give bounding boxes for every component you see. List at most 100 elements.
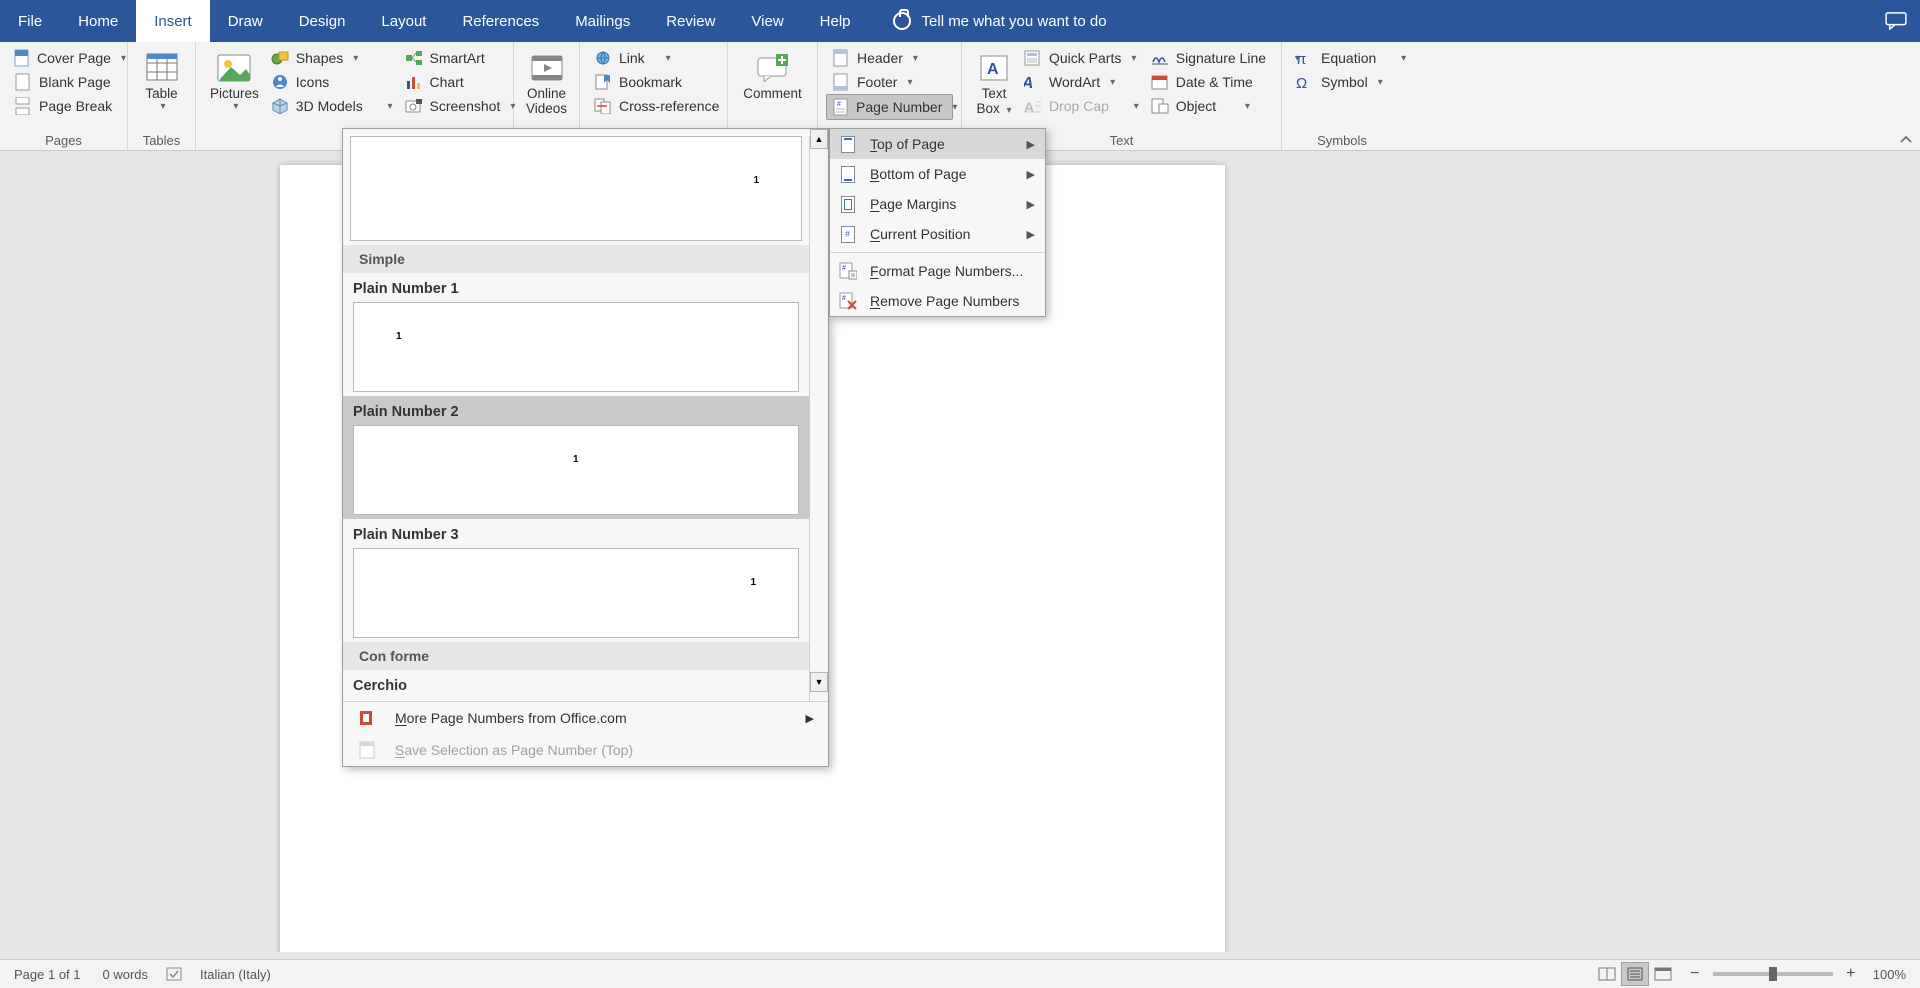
group-symbols: π Equation ▾ Ω Symbol▾ Symbols bbox=[1282, 42, 1402, 150]
tab-view[interactable]: View bbox=[733, 0, 801, 42]
zoom-level[interactable]: 100% bbox=[1873, 967, 1906, 982]
print-layout-button[interactable] bbox=[1621, 962, 1649, 986]
remove-numbers-icon: # bbox=[838, 292, 858, 310]
status-language[interactable]: Italian (Italy) bbox=[200, 967, 271, 982]
group-label-symbols: Symbols bbox=[1290, 133, 1394, 148]
smartart-icon bbox=[405, 49, 423, 67]
gallery-scroll-up[interactable]: ▲ bbox=[810, 129, 828, 149]
gallery-scroll-down[interactable]: ▼ bbox=[810, 672, 828, 692]
caret-icon: ▾ bbox=[353, 53, 358, 64]
quick-parts-button[interactable]: Quick Parts▾ bbox=[1018, 46, 1145, 70]
gallery-save-selection: Save Selection as Page Number (Top) bbox=[343, 734, 828, 766]
zoom-slider[interactable] bbox=[1713, 972, 1833, 976]
collapse-ribbon-button[interactable] bbox=[1892, 128, 1920, 150]
tell-me[interactable]: Tell me what you want to do bbox=[893, 0, 1107, 42]
online-videos-button[interactable]: Online Videos bbox=[522, 46, 571, 120]
format-numbers-icon: # bbox=[838, 262, 858, 280]
gallery-plain-number-2[interactable]: Plain Number 2 1 bbox=[343, 396, 809, 519]
tab-design[interactable]: Design bbox=[281, 0, 364, 42]
tab-insert[interactable]: Insert bbox=[136, 0, 210, 42]
gallery-plain-number-1[interactable]: Plain Number 1 1 bbox=[343, 273, 809, 396]
cross-reference-button[interactable]: Cross-reference bbox=[588, 94, 719, 118]
current-position-icon bbox=[838, 225, 858, 243]
svg-text:#: # bbox=[842, 295, 846, 302]
tab-home[interactable]: Home bbox=[60, 0, 136, 42]
svg-text:Ω: Ω bbox=[1296, 75, 1307, 90]
tab-review[interactable]: Review bbox=[648, 0, 733, 42]
chart-icon bbox=[405, 73, 423, 91]
caret-icon: ▾ bbox=[952, 102, 957, 113]
tab-mailings[interactable]: Mailings bbox=[557, 0, 648, 42]
tab-references[interactable]: References bbox=[444, 0, 557, 42]
menu-remove-page-numbers[interactable]: # Remove Page Numbers bbox=[830, 286, 1045, 316]
page-margins-icon bbox=[838, 195, 858, 213]
pictures-button[interactable]: Pictures ▾ bbox=[204, 46, 265, 118]
ribbon-tabbar: File Home Insert Draw Design Layout Refe… bbox=[0, 0, 1920, 42]
zoom-out-button[interactable]: − bbox=[1687, 965, 1703, 983]
page-number-icon: # bbox=[833, 98, 849, 116]
equation-button[interactable]: π Equation ▾ bbox=[1290, 46, 1394, 70]
chart-button[interactable]: Chart bbox=[399, 70, 522, 94]
symbol-button[interactable]: Ω Symbol▾ bbox=[1290, 70, 1394, 94]
page-number-menu: Top of Page ▶ Bottom of Page ▶ Page Marg… bbox=[829, 128, 1046, 317]
caret-icon: ▾ bbox=[160, 101, 165, 112]
cover-page-button[interactable]: Cover Page▾ bbox=[8, 46, 119, 70]
tab-help[interactable]: Help bbox=[802, 0, 869, 42]
quick-parts-icon bbox=[1024, 49, 1042, 67]
blank-page-button[interactable]: Blank Page bbox=[8, 70, 119, 94]
save-selection-icon bbox=[359, 741, 381, 759]
drop-cap-icon: A bbox=[1024, 97, 1042, 115]
tab-layout[interactable]: Layout bbox=[363, 0, 444, 42]
gallery-cerchio[interactable]: Cerchio bbox=[343, 670, 809, 701]
bookmark-button[interactable]: Bookmark bbox=[588, 70, 719, 94]
comment-icon bbox=[755, 50, 791, 86]
table-button[interactable]: Table ▾ bbox=[136, 46, 187, 116]
icons-icon bbox=[271, 73, 289, 91]
comments-pane-button[interactable] bbox=[1872, 0, 1920, 42]
tab-draw[interactable]: Draw bbox=[210, 0, 281, 42]
footer-button[interactable]: Footer▾ bbox=[826, 70, 953, 94]
tab-file[interactable]: File bbox=[0, 0, 60, 42]
zoom-in-button[interactable]: + bbox=[1843, 965, 1859, 983]
spellcheck-icon[interactable] bbox=[166, 966, 186, 982]
shapes-button[interactable]: Shapes▾ bbox=[265, 46, 399, 70]
page-number-button[interactable]: # Page Number▾ bbox=[826, 94, 953, 120]
comment-button[interactable]: Comment bbox=[736, 46, 809, 105]
menu-bottom-of-page[interactable]: Bottom of Page ▶ bbox=[830, 159, 1045, 189]
icons-button[interactable]: Icons bbox=[265, 70, 399, 94]
header-button[interactable]: Header▾ bbox=[826, 46, 953, 70]
gallery-plain-number-3[interactable]: Plain Number 3 1 bbox=[343, 519, 809, 642]
status-words[interactable]: 0 words bbox=[103, 967, 149, 982]
wordart-icon: A bbox=[1024, 73, 1042, 91]
caret-icon: ▾ bbox=[121, 53, 126, 64]
gallery-more-from-office[interactable]: More Page Numbers from Office.com ▶ bbox=[343, 702, 828, 734]
caret-icon: ▾ bbox=[233, 101, 238, 112]
text-box-button[interactable]: A Text Box ▾ bbox=[970, 46, 1018, 120]
page-break-button[interactable]: Page Break bbox=[8, 94, 119, 118]
gallery-current-preview[interactable]: 1 bbox=[350, 136, 802, 241]
smartart-button[interactable]: SmartArt bbox=[399, 46, 522, 70]
drop-cap-button[interactable]: A Drop Cap ▾ bbox=[1018, 94, 1145, 118]
menu-page-margins[interactable]: Page Margins ▶ bbox=[830, 189, 1045, 219]
submenu-arrow-icon: ▶ bbox=[1027, 168, 1035, 181]
submenu-arrow-icon: ▶ bbox=[1027, 228, 1035, 241]
read-mode-icon bbox=[1598, 967, 1616, 981]
menu-top-of-page[interactable]: Top of Page ▶ bbox=[830, 129, 1045, 159]
cube-icon bbox=[271, 97, 289, 115]
read-mode-button[interactable] bbox=[1593, 962, 1621, 986]
tell-me-label: Tell me what you want to do bbox=[922, 13, 1107, 30]
table-icon bbox=[144, 50, 180, 86]
3d-models-button[interactable]: 3D Models ▾ bbox=[265, 94, 399, 118]
wordart-button[interactable]: A WordArt▾ bbox=[1018, 70, 1145, 94]
zoom-slider-knob[interactable] bbox=[1769, 967, 1777, 981]
web-layout-button[interactable] bbox=[1649, 962, 1677, 986]
link-button[interactable]: Link ▾ bbox=[588, 46, 719, 70]
caret-icon: ▾ bbox=[666, 53, 671, 64]
screenshot-button[interactable]: Screenshot▾ bbox=[399, 94, 522, 118]
group-tables: Table ▾ Tables bbox=[128, 42, 196, 150]
submenu-arrow-icon: ▶ bbox=[1027, 138, 1035, 151]
status-page[interactable]: Page 1 of 1 bbox=[14, 967, 81, 982]
blank-page-icon bbox=[14, 73, 32, 91]
menu-current-position[interactable]: Current Position ▶ bbox=[830, 219, 1045, 249]
menu-format-page-numbers[interactable]: # Format Page Numbers... bbox=[830, 256, 1045, 286]
